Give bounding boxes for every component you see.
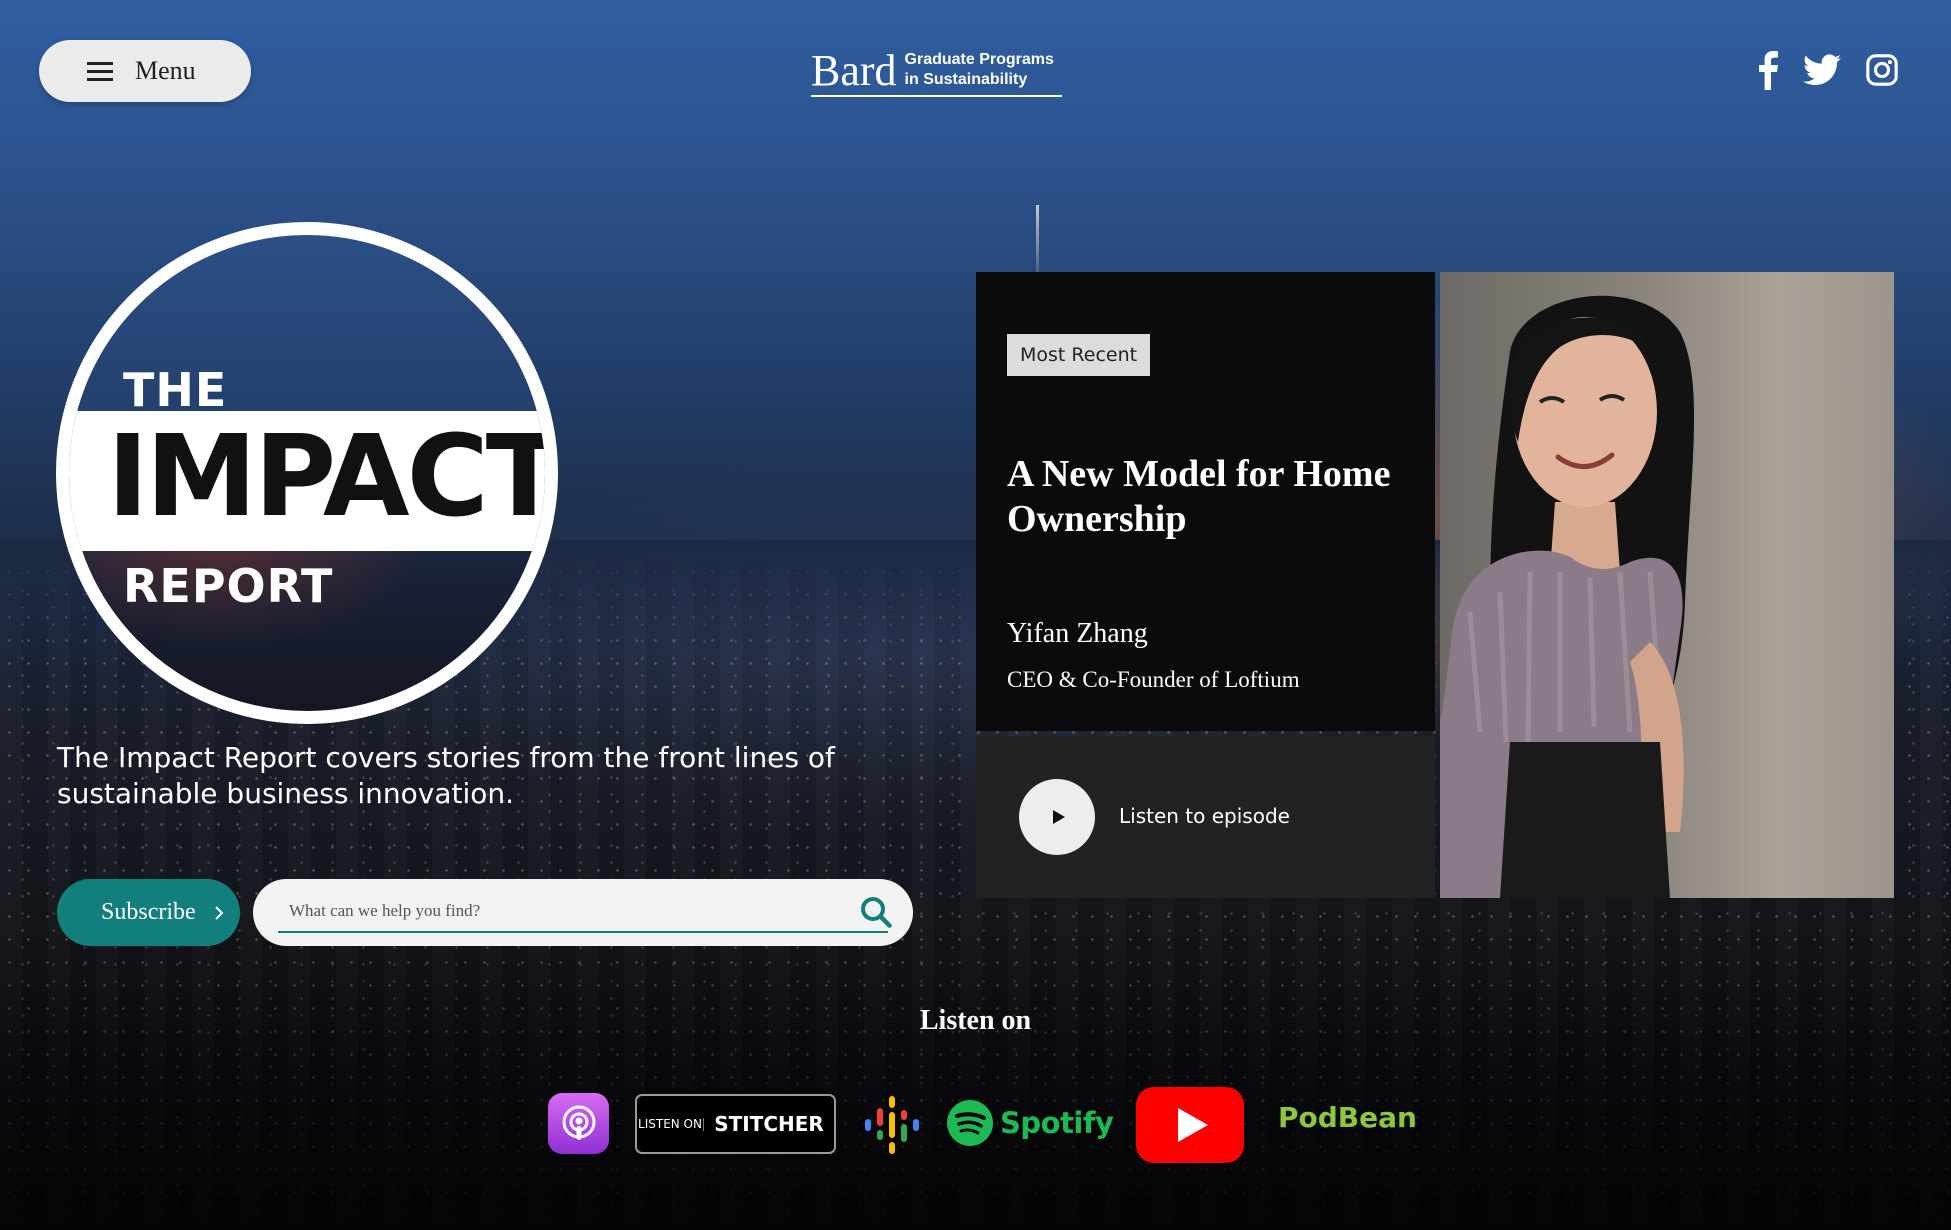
listen-to-episode-link[interactable]: Listen to episode (1119, 804, 1290, 828)
building-spire (1036, 205, 1039, 275)
stitcher-badge[interactable]: LISTEN ON STITCHER (635, 1094, 836, 1154)
instagram-icon[interactable] (1865, 53, 1899, 87)
hamburger-icon (87, 62, 113, 81)
search-input[interactable] (278, 891, 888, 933)
impact-report-logo: THE IMPACT REPORT (56, 222, 558, 724)
youtube-icon[interactable] (1136, 1087, 1244, 1163)
hero-tagline: The Impact Report covers stories from th… (57, 741, 835, 810)
spotify-badge[interactable]: Spotify (946, 1099, 1114, 1147)
spotify-wordmark: Spotify (1000, 1106, 1114, 1140)
play-button[interactable] (1019, 779, 1095, 855)
facebook-icon[interactable] (1757, 50, 1779, 90)
bottom-fade (0, 930, 1951, 1230)
google-podcasts-glyph (865, 1096, 919, 1154)
podbean-badge[interactable]: PodBean (1278, 1101, 1417, 1134)
brand-subtitle: Graduate Programs in Sustainability (905, 50, 1054, 93)
brand-subtitle-line2: in Sustainability (904, 71, 1028, 88)
guest-name: Yifan Zhang (1007, 618, 1148, 649)
search-bar (253, 879, 913, 946)
logo-disc: THE IMPACT REPORT (56, 222, 558, 724)
most-recent-badge: Most Recent (1007, 334, 1151, 376)
episode-title[interactable]: A New Model for Home Ownership (1007, 452, 1407, 542)
youtube-play-glyph (1178, 1108, 1208, 1142)
stitcher-listen-on: LISTEN ON (637, 1117, 704, 1131)
logo-word-impact: IMPACT (107, 412, 558, 542)
spotify-icon (947, 1100, 993, 1146)
stitcher-wordmark: STITCHER (714, 1112, 824, 1136)
bard-logo-link[interactable]: Bard Graduate Programs in Sustainability (811, 48, 1062, 97)
brand-name: Bard (811, 46, 897, 95)
logo-word-report: REPORT (123, 559, 334, 613)
social-links (1757, 50, 1899, 90)
apple-podcasts-icon[interactable] (548, 1093, 609, 1154)
apple-podcasts-glyph (562, 1105, 595, 1140)
listen-platforms: LISTEN ON STITCHER Spotify PodBean (548, 1087, 1417, 1163)
guest-portrait-illustration (1440, 295, 1695, 898)
menu-button[interactable]: Menu (39, 40, 251, 102)
guest-photo (1440, 272, 1894, 898)
search-icon[interactable] (859, 895, 893, 929)
google-podcasts-icon[interactable] (860, 1093, 924, 1157)
guest-role: CEO & Co-Founder of Loftium (1007, 667, 1300, 692)
menu-label: Menu (135, 56, 196, 85)
listen-on-heading: Listen on (919, 1005, 1032, 1036)
episode-player: Listen to episode (976, 736, 1435, 898)
most-recent-card[interactable]: Most Recent A New Model for Home Ownersh… (976, 272, 1435, 731)
play-icon (1052, 810, 1065, 824)
chevron-right-icon (214, 905, 224, 920)
twitter-icon[interactable] (1803, 54, 1841, 86)
podbean-wordmark: PodBean (1278, 1101, 1417, 1134)
subscribe-button[interactable]: Subscribe (57, 879, 240, 946)
brand-subtitle-line1: Graduate Programs (904, 51, 1054, 68)
subscribe-label: Subscribe (101, 899, 196, 925)
